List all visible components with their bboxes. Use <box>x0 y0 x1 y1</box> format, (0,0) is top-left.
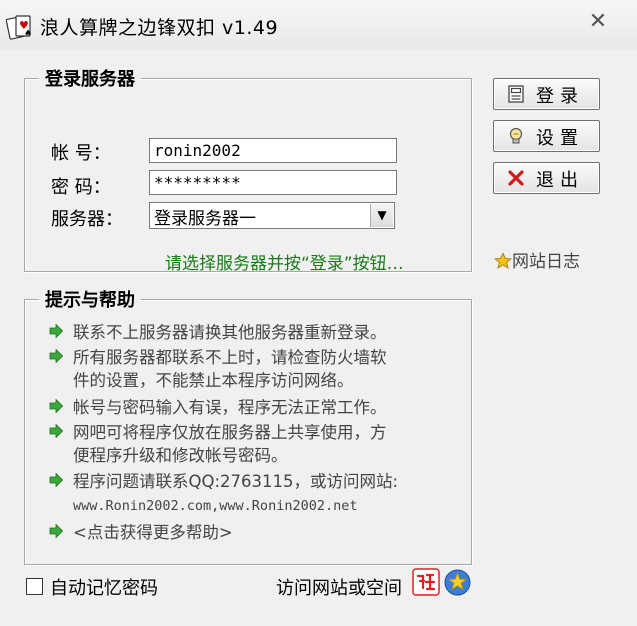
title-bar[interactable]: ♥ ♠ 浪人算牌之边锋双扣 v1.49 ✕ <box>0 0 637 50</box>
login-hint: 请选择服务器并按“登录”按钮… <box>165 254 404 274</box>
exit-button-label: 退出 <box>536 170 584 191</box>
login-icon <box>508 85 524 103</box>
remember-password-label[interactable]: 自动记忆密码 <box>50 574 158 600</box>
close-x-icon <box>508 170 524 186</box>
green-arrow-icon <box>49 349 63 363</box>
help-group-title: 提示与帮助 <box>39 286 141 312</box>
weblog-link[interactable]: 网站日志 <box>494 247 580 272</box>
visit-site-link[interactable]: 访问网站或空间 <box>276 574 402 600</box>
client-area: 登录服务器 帐 号： 密 码： 服务器： 登录服务器一 ▼ 请选择服务器并按“登… <box>0 50 637 626</box>
login-button-label: 登录 <box>536 86 584 107</box>
settings-button[interactable]: 设置 <box>493 120 600 152</box>
more-help-label: <点击获得更多帮助> <box>73 523 233 542</box>
green-arrow-icon <box>49 473 63 487</box>
green-arrow-icon <box>49 324 63 338</box>
close-button[interactable]: ✕ <box>578 10 618 34</box>
help-text: 所有服务器都联系不上时，请检查防火墙软 <box>73 348 387 367</box>
server-select-value: 登录服务器一 <box>154 209 256 229</box>
svg-text:♠: ♠ <box>24 29 32 39</box>
help-text: 网吧可将程序仅放在服务器上共享使用，方 <box>73 423 387 442</box>
weblog-label: 网站日志 <box>512 252 580 272</box>
dropdown-arrow-icon[interactable]: ▼ <box>370 204 393 227</box>
app-window: ♥ ♠ 浪人算牌之边锋双扣 v1.49 ✕ 登录服务器 帐 号： 密 码： 服务… <box>0 0 637 626</box>
lightbulb-icon <box>509 127 523 144</box>
window-title: 浪人算牌之边锋双扣 v1.49 <box>40 17 279 39</box>
help-text: 帐号与密码输入有误，程序无法正常工作。 <box>73 398 387 417</box>
green-arrow-icon <box>49 524 63 538</box>
qzone-icon[interactable] <box>444 569 471 596</box>
green-arrow-icon <box>49 399 63 413</box>
cards-app-icon: ♥ ♠ <box>6 15 32 40</box>
close-icon: ✕ <box>588 9 608 34</box>
green-arrow-icon <box>49 424 63 438</box>
server-select[interactable]: 登录服务器一 ▼ <box>149 202 395 229</box>
star-icon <box>494 252 512 269</box>
help-text: 程序问题请联系QQ:2763115，或访问网站: <box>73 472 399 491</box>
help-group: 提示与帮助 联系不上服务器请换其他服务器重新登录。 所有服务器都联系不上时，请检… <box>24 286 472 565</box>
login-button[interactable]: 登录 <box>493 78 600 110</box>
help-text: 件的设置，不能禁止本程序访问网络。 <box>73 371 354 390</box>
account-label: 帐 号： <box>51 143 111 164</box>
exit-button[interactable]: 退出 <box>493 162 600 194</box>
login-server-group: 登录服务器 帐 号： 密 码： 服务器： 登录服务器一 ▼ 请选择服务器并按“登… <box>24 65 472 274</box>
help-text: 联系不上服务器请换其他服务器重新登录。 <box>73 323 387 342</box>
account-input[interactable] <box>149 138 397 163</box>
settings-button-label: 设置 <box>536 128 584 149</box>
remember-password-checkbox[interactable] <box>26 578 43 595</box>
password-input[interactable] <box>149 170 397 195</box>
server-label: 服务器： <box>51 209 123 230</box>
login-group-title: 登录服务器 <box>39 65 141 91</box>
help-website-url: www.Ronin2002.com,www.Ronin2002.net <box>73 498 358 514</box>
help-text: 便程序升级和修改帐号密码。 <box>73 446 288 465</box>
weibo-icon[interactable] <box>412 568 440 596</box>
password-label: 密 码： <box>51 177 111 198</box>
